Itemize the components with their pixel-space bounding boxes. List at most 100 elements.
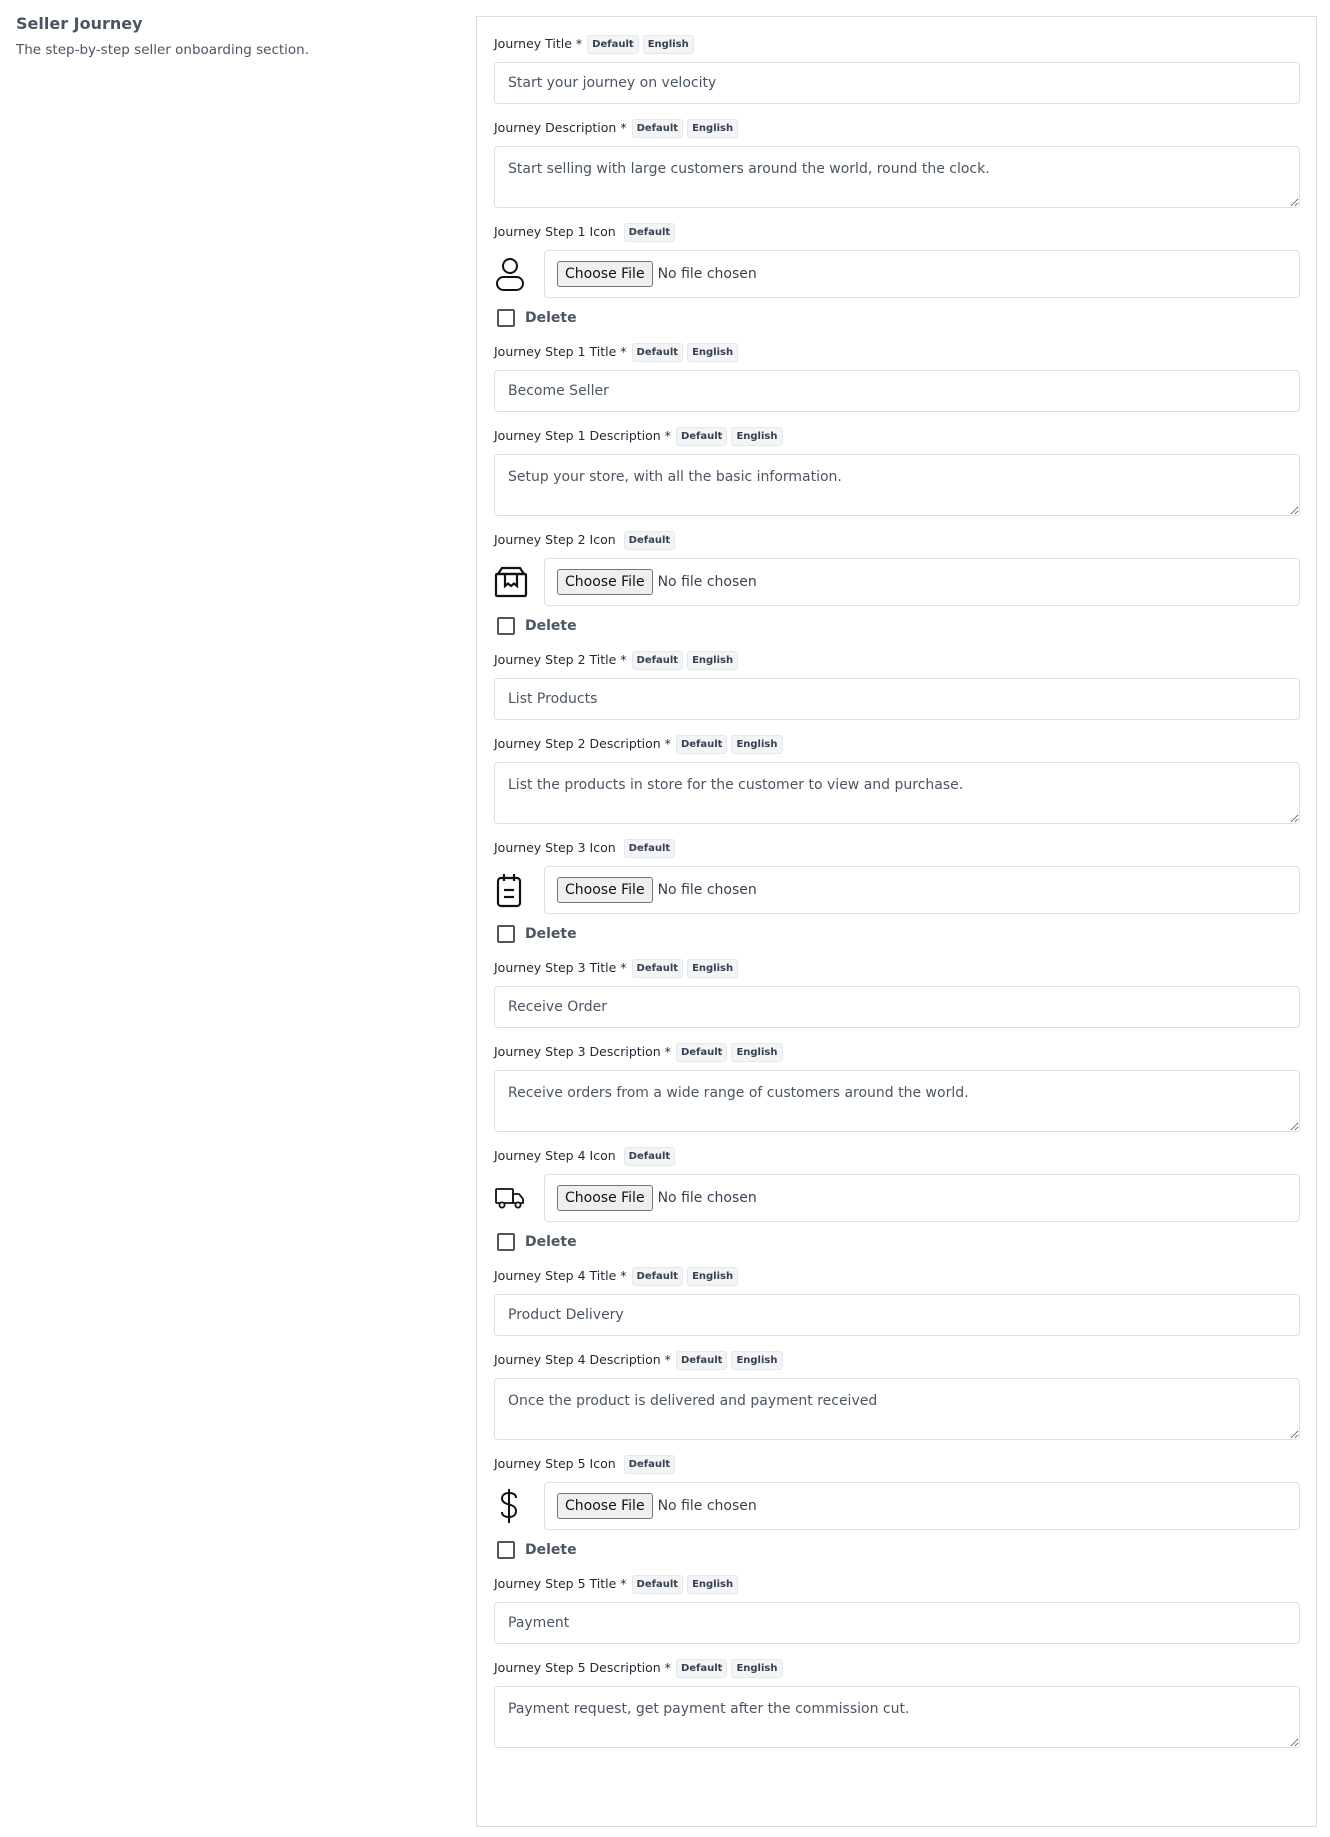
icon-upload-row: Choose File No file chosen <box>494 1174 1300 1222</box>
field-label: Journey Step 2 Description * <box>494 736 671 751</box>
field-label: Journey Step 5 Icon <box>494 1456 616 1471</box>
delete-row: Delete <box>494 308 1300 328</box>
field-label: Journey Step 2 Icon <box>494 532 616 547</box>
english-badge: English <box>687 650 739 670</box>
field-label-row: Journey Step 2 Icon Default <box>494 530 1300 550</box>
choose-file-button[interactable]: Choose File <box>557 877 653 903</box>
file-upload-box: Choose File No file chosen <box>544 1482 1300 1530</box>
default-badge: Default <box>675 426 728 446</box>
field-label-row: Journey Step 1 Title * Default English <box>494 342 1300 362</box>
field-label: Journey Step 4 Description * <box>494 1352 671 1367</box>
choose-file-button[interactable]: Choose File <box>557 261 653 287</box>
field-label-row: Journey Step 3 Icon Default <box>494 838 1300 858</box>
delete-row: Delete <box>494 616 1300 636</box>
step-4-title-field: Journey Step 4 Title * Default English <box>494 1266 1300 1336</box>
step-1-description-field: Journey Step 1 Description * Default Eng… <box>494 426 1300 516</box>
step-3-icon-field: Journey Step 3 Icon Default Choose File … <box>494 838 1300 944</box>
step-4-title-input[interactable] <box>494 1294 1300 1336</box>
step-4-description-textarea[interactable]: Once the product is delivered and paymen… <box>494 1378 1300 1440</box>
step-5-title-input[interactable] <box>494 1602 1300 1644</box>
choose-file-button[interactable]: Choose File <box>557 1493 653 1519</box>
journey-description-field: Journey Description * Default English St… <box>494 118 1300 208</box>
delete-row: Delete <box>494 924 1300 944</box>
field-label-row: Journey Step 4 Title * Default English <box>494 1266 1300 1286</box>
delete-checkbox[interactable] <box>497 1233 515 1251</box>
english-badge: English <box>731 734 783 754</box>
field-label-row: Journey Step 3 Description * Default Eng… <box>494 1042 1300 1062</box>
file-upload-box: Choose File No file chosen <box>544 558 1300 606</box>
step-5-description-field: Journey Step 5 Description * Default Eng… <box>494 1658 1300 1748</box>
field-label-row: Journey Step 3 Title * Default English <box>494 958 1300 978</box>
user-icon <box>494 250 528 298</box>
english-badge: English <box>731 1350 783 1370</box>
step-5-description-textarea[interactable]: Payment request, get payment after the c… <box>494 1686 1300 1748</box>
field-label-row: Journey Step 5 Icon Default <box>494 1454 1300 1474</box>
step-3-title-field: Journey Step 3 Title * Default English <box>494 958 1300 1028</box>
field-label: Journey Step 2 Title * <box>494 652 627 667</box>
store-box-icon <box>494 558 528 606</box>
default-badge: Default <box>623 530 676 550</box>
journey-description-textarea[interactable]: Start selling with large customers aroun… <box>494 146 1300 208</box>
english-badge: English <box>687 958 739 978</box>
field-label-row: Journey Step 2 Description * Default Eng… <box>494 734 1300 754</box>
default-badge: Default <box>675 1350 728 1370</box>
field-label-row: Journey Step 1 Icon Default <box>494 222 1300 242</box>
journey-title-input[interactable] <box>494 62 1300 104</box>
field-label: Journey Step 3 Icon <box>494 840 616 855</box>
field-label: Journey Title * <box>494 36 583 51</box>
step-3-description-textarea[interactable]: Receive orders from a wide range of cust… <box>494 1070 1300 1132</box>
journey-title-field: Journey Title * Default English <box>494 34 1300 104</box>
delete-label: Delete <box>525 1234 577 1250</box>
step-1-description-textarea[interactable]: Setup your store, with all the basic inf… <box>494 454 1300 516</box>
delete-checkbox[interactable] <box>497 309 515 327</box>
default-badge: Default <box>675 1042 728 1062</box>
delete-checkbox[interactable] <box>497 617 515 635</box>
icon-upload-row: Choose File No file chosen <box>494 558 1300 606</box>
dollar-icon <box>494 1482 528 1530</box>
step-3-title-input[interactable] <box>494 986 1300 1028</box>
delete-checkbox[interactable] <box>497 1541 515 1559</box>
step-1-title-input[interactable] <box>494 370 1300 412</box>
field-label: Journey Step 1 Description * <box>494 428 671 443</box>
delete-row: Delete <box>494 1540 1300 1560</box>
choose-file-button[interactable]: Choose File <box>557 1185 653 1211</box>
step-1-icon-field: Journey Step 1 Icon Default Choose File … <box>494 222 1300 328</box>
delete-label: Delete <box>525 926 577 942</box>
step-2-title-field: Journey Step 2 Title * Default English <box>494 650 1300 720</box>
default-badge: Default <box>587 34 639 54</box>
delivery-truck-icon <box>494 1174 528 1222</box>
seller-journey-form: Journey Title * Default English Journey … <box>476 16 1317 1827</box>
icon-upload-row: Choose File No file chosen <box>494 1482 1300 1530</box>
delete-label: Delete <box>525 618 577 634</box>
file-status: No file chosen <box>657 1498 757 1514</box>
choose-file-button[interactable]: Choose File <box>557 569 653 595</box>
step-2-description-textarea[interactable]: List the products in store for the custo… <box>494 762 1300 824</box>
file-status: No file chosen <box>657 1190 757 1206</box>
default-badge: Default <box>631 342 684 362</box>
default-badge: Default <box>675 1658 728 1678</box>
file-upload-box: Choose File No file chosen <box>544 250 1300 298</box>
english-badge: English <box>687 342 739 362</box>
icon-upload-row: Choose File No file chosen <box>494 866 1300 914</box>
english-badge: English <box>731 1658 783 1678</box>
english-badge: English <box>687 1574 739 1594</box>
step-5-icon-field: Journey Step 5 Icon Default Choose File … <box>494 1454 1300 1560</box>
english-badge: English <box>687 1266 739 1286</box>
field-label-row: Journey Step 4 Description * Default Eng… <box>494 1350 1300 1370</box>
delete-checkbox[interactable] <box>497 925 515 943</box>
step-4-description-field: Journey Step 4 Description * Default Eng… <box>494 1350 1300 1440</box>
field-label-row: Journey Step 1 Description * Default Eng… <box>494 426 1300 446</box>
section-title: Seller Journey <box>16 14 143 33</box>
default-badge: Default <box>631 118 684 138</box>
field-label: Journey Description * <box>494 120 627 135</box>
english-badge: English <box>687 118 739 138</box>
clipboard-icon <box>494 866 528 914</box>
file-status: No file chosen <box>657 574 757 590</box>
default-badge: Default <box>631 958 684 978</box>
field-label-row: Journey Step 4 Icon Default <box>494 1146 1300 1166</box>
default-badge: Default <box>623 222 676 242</box>
field-label-row: Journey Step 2 Title * Default English <box>494 650 1300 670</box>
step-2-title-input[interactable] <box>494 678 1300 720</box>
delete-row: Delete <box>494 1232 1300 1252</box>
field-label: Journey Step 3 Title * <box>494 960 627 975</box>
